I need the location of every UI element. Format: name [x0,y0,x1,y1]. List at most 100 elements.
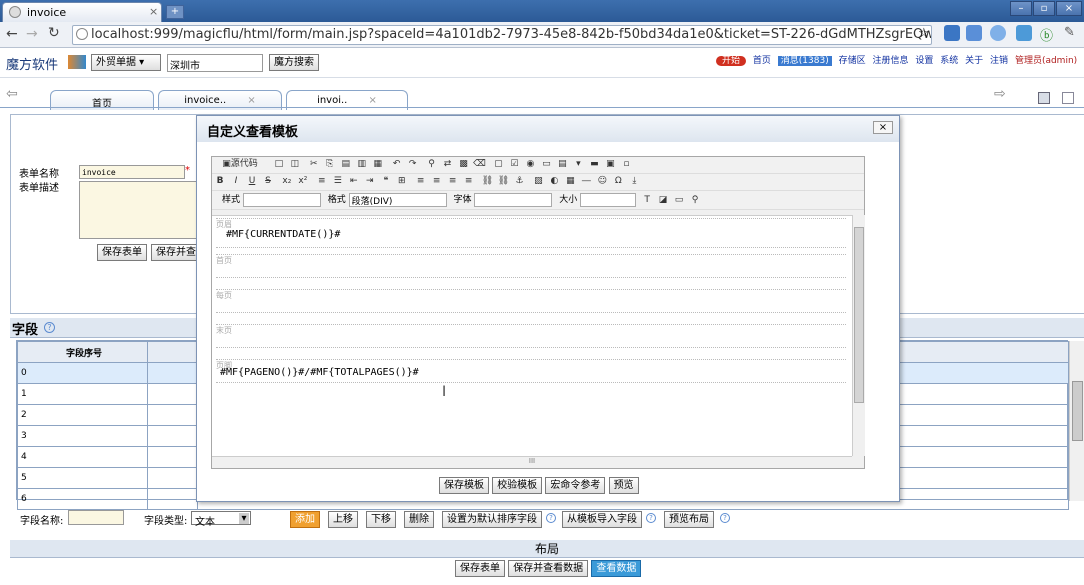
browser-tab[interactable]: invoice × [2,2,162,22]
bg-color-icon[interactable]: ◪ [656,194,670,207]
close-window-icon[interactable]: × [1056,1,1082,16]
smiley-icon[interactable]: ☺ [595,175,609,188]
hr-icon[interactable]: ― [579,175,593,188]
table-row[interactable]: 4 [17,446,148,468]
extension-icon[interactable] [1016,25,1032,41]
replace-icon[interactable]: ⇄ [441,158,455,171]
footer-code[interactable]: #MF{PAGENO()}#/#MF{TOTALPAGES()}# [220,367,419,378]
align-left-icon[interactable]: ≡ [414,175,428,188]
style-select[interactable] [242,192,321,207]
forward-icon[interactable]: → [26,26,38,42]
table-row[interactable]: 3 [17,425,148,447]
add-field-button[interactable]: 添加 [290,511,320,528]
cut-icon[interactable]: ✂ [307,158,321,171]
nav-register[interactable]: 注册信息 [872,56,908,66]
show-blocks-icon[interactable]: ⚲ [688,194,702,207]
hidden-field-icon[interactable]: ▫ [619,158,633,171]
bookmark-star-icon[interactable]: ☆ [918,26,930,41]
save-template-button[interactable]: 保存模板 [439,477,489,494]
table-row[interactable]: 2 [17,404,148,426]
help-icon[interactable]: ? [646,513,656,523]
set-default-sort-button[interactable]: 设置为默认排序字段 [442,511,542,528]
extension-icon[interactable] [966,25,982,41]
category-dropdown[interactable]: 外贸单据 ▾ [91,54,161,71]
font-select[interactable] [474,192,553,207]
view-data-button[interactable]: 查看数据 [591,560,642,577]
flash-icon[interactable]: ◐ [547,175,561,188]
redo-icon[interactable]: ↷ [406,158,420,171]
close-icon[interactable]: × [369,95,377,106]
search-button[interactable]: 魔方搜索 [269,54,319,71]
nav-settings[interactable]: 设置 [915,56,933,66]
copy-icon[interactable]: ⎘ [323,158,337,171]
justify-icon[interactable]: ≡ [462,175,476,188]
preview-icon[interactable]: ◫ [288,158,302,171]
move-up-button[interactable]: 上移 [328,511,358,528]
nav-storage[interactable]: 存储区 [839,56,866,66]
nav-system[interactable]: 系统 [940,56,958,66]
header-code[interactable]: #MF{CURRENTDATE()}# [226,229,340,240]
extension-icon[interactable] [944,25,960,41]
nav-logout[interactable]: 注销 [990,56,1008,66]
nav-admin[interactable]: 管理员(admin) [1015,56,1077,66]
remove-format-icon[interactable]: ⌫ [473,158,487,171]
start-button[interactable]: 开始 [716,56,747,66]
editor-vertical-scrollbar[interactable] [852,215,865,456]
save-form-button[interactable]: 保存表单 [97,244,147,261]
fields-scrollbar[interactable] [1069,341,1084,501]
dialog-close-icon[interactable]: × [873,121,893,134]
search-input[interactable]: 深圳市 [167,54,263,72]
link-icon[interactable]: ⛓ [481,175,495,188]
div-icon[interactable]: ⊞ [395,175,409,188]
preview-layout-button[interactable]: 预览布局 [664,511,714,528]
unlink-icon[interactable]: ⛓ [497,175,511,188]
italic-icon[interactable]: I [229,175,243,188]
save-icon[interactable] [1038,92,1050,104]
url-input[interactable]: localhost:999/magicflu/html/form/main.js… [72,25,932,45]
tabs-right-arrow-icon[interactable]: ⇨ [994,86,1006,102]
template-section-every-page[interactable]: 每页 [216,289,846,313]
table-row[interactable]: 1 [17,383,148,405]
form-icon[interactable]: ▢ [491,158,505,171]
table-row[interactable]: 6 [17,488,148,510]
align-center-icon[interactable]: ≡ [430,175,444,188]
tabs-left-arrow-icon[interactable]: ⇦ [6,86,18,102]
form-name-input[interactable]: invoice [79,165,185,179]
anchor-icon[interactable]: ⚓ [513,175,527,188]
format-select[interactable]: 段落(DIV) [348,192,447,207]
help-icon[interactable]: ? [546,513,556,523]
form-desc-input[interactable] [79,181,199,239]
page-break-icon[interactable]: ⤓ [627,175,641,188]
save-and-view-data-button[interactable]: 保存并查看数据 [508,560,589,577]
template-section-first-page[interactable]: 首页 [216,254,846,278]
field-name-input[interactable] [68,510,124,525]
back-icon[interactable]: ← [6,26,18,42]
maximize-icon[interactable]: ▫ [1033,1,1055,16]
move-down-button[interactable]: 下移 [366,511,396,528]
find-icon[interactable]: ⚲ [425,158,439,171]
radio-icon[interactable]: ◉ [523,158,537,171]
verify-template-button[interactable]: 校验模板 [492,477,543,494]
extension-icon[interactable] [990,25,1006,41]
preview-button[interactable]: 预览 [608,477,639,494]
indent-icon[interactable]: ⇥ [363,175,377,188]
underline-icon[interactable]: U [245,175,259,188]
editor-content-area[interactable]: 页眉 #MF{CURRENTDATE()}# 首页 每页 末页 页脚 #MF{P… [212,215,852,456]
paste-icon[interactable]: ▤ [339,158,353,171]
paste-word-icon[interactable]: ▦ [371,158,385,171]
bullet-list-icon[interactable]: ☰ [331,175,345,188]
delete-field-button[interactable]: 删除 [404,511,434,528]
button-icon[interactable]: ▬ [587,158,601,171]
checkbox-icon[interactable]: ☑ [507,158,521,171]
table-icon[interactable]: ▦ [563,175,577,188]
textarea-icon[interactable]: ▤ [555,158,569,171]
ordered-list-icon[interactable]: ≡ [315,175,329,188]
special-char-icon[interactable]: Ω [611,175,625,188]
extension-icon[interactable]: ⓑ [1040,25,1053,44]
close-tab-icon[interactable]: × [149,5,158,18]
new-tab-button[interactable]: + [166,5,184,19]
paste-text-icon[interactable]: ▥ [355,158,369,171]
superscript-icon[interactable]: x² [296,175,310,188]
image-icon[interactable]: ▨ [531,175,545,188]
select-all-icon[interactable]: ▩ [457,158,471,171]
